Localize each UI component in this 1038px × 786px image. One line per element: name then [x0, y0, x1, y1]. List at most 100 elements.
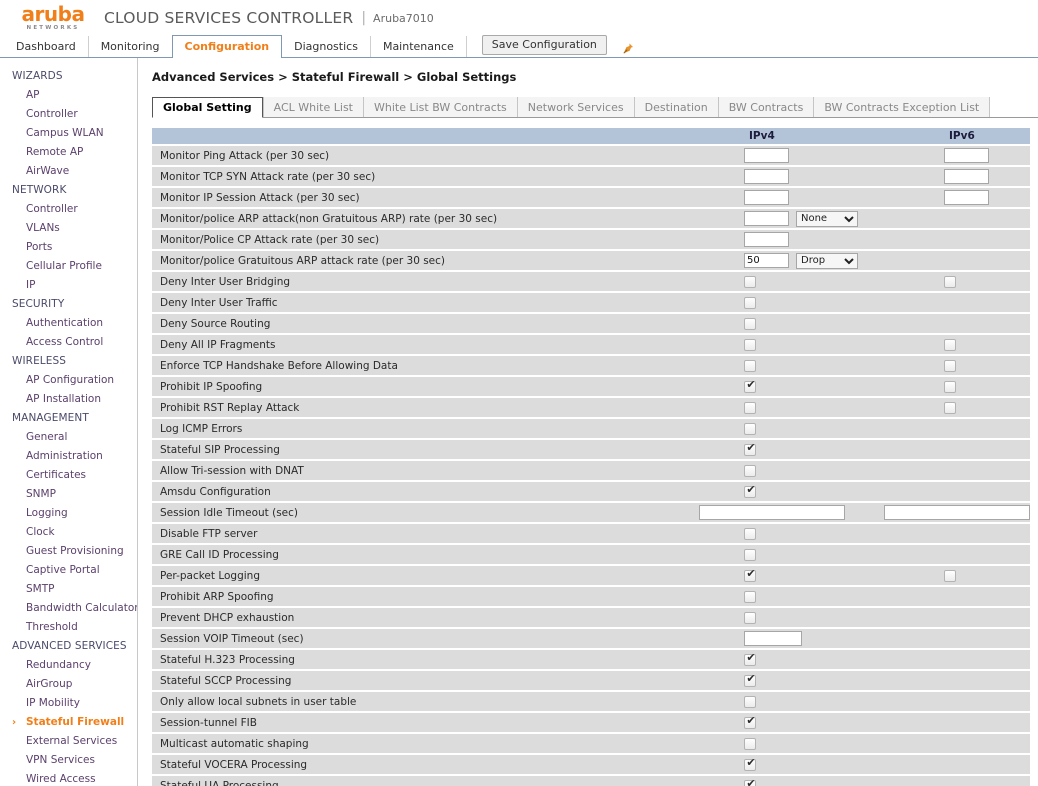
- sidebar-item-label: AP: [26, 89, 40, 101]
- subtab-global-setting[interactable]: Global Setting: [152, 97, 263, 118]
- checkbox-ipv4[interactable]: [744, 379, 757, 393]
- sidebar-item-threshold[interactable]: Threshold: [0, 618, 137, 637]
- sidebar-item-remote-ap[interactable]: Remote AP: [0, 143, 137, 162]
- sidebar-item-label: Logging: [26, 507, 68, 519]
- sidebar-item-label: SMTP: [26, 583, 55, 595]
- sidebar-item-access-control[interactable]: Access Control: [0, 333, 137, 352]
- checkbox-ipv6[interactable]: [944, 359, 956, 372]
- checkbox-ipv4[interactable]: [744, 464, 756, 477]
- subtab-destination[interactable]: Destination: [633, 97, 718, 117]
- sidebar-item-general[interactable]: General: [0, 428, 137, 447]
- sidebar-item-controller[interactable]: Controller: [0, 200, 137, 219]
- checkbox-ipv6[interactable]: [944, 401, 956, 414]
- text-input-ipv4[interactable]: [699, 505, 846, 520]
- checkbox-ipv6[interactable]: [944, 275, 956, 288]
- cell-ipv4: [744, 631, 944, 646]
- pushpin-icon[interactable]: [621, 41, 635, 55]
- sidebar-item-captive-portal[interactable]: Captive Portal: [0, 561, 137, 580]
- checkbox-ipv4[interactable]: [744, 737, 756, 750]
- sidebar-item-administration[interactable]: Administration: [0, 447, 137, 466]
- sidebar-item-ip[interactable]: IP: [0, 276, 137, 295]
- sidebar-item-ap[interactable]: AP: [0, 86, 137, 105]
- topnav-tab-dashboard[interactable]: Dashboard: [4, 35, 89, 57]
- subtab-bw-contracts[interactable]: BW Contracts: [717, 97, 814, 117]
- text-input-ipv6[interactable]: [884, 505, 1030, 520]
- checkbox-ipv4[interactable]: [744, 611, 756, 624]
- cell-ipv6: [944, 380, 1030, 393]
- text-input-ipv6[interactable]: [944, 169, 989, 184]
- sidebar-item-controller[interactable]: Controller: [0, 105, 137, 124]
- checkbox-ipv4[interactable]: [744, 275, 756, 288]
- sidebar-item-ap-configuration[interactable]: AP Configuration: [0, 371, 137, 390]
- checkbox-ipv4[interactable]: [744, 442, 757, 456]
- subtab-bw-contracts-exception-list[interactable]: BW Contracts Exception List: [813, 97, 991, 117]
- row-label: Deny Inter User Traffic: [160, 296, 278, 309]
- save-configuration-button[interactable]: Save Configuration: [481, 35, 607, 55]
- sidebar-item-logging[interactable]: Logging: [0, 504, 137, 523]
- checkbox-ipv4[interactable]: [744, 652, 757, 666]
- row-label: Deny All IP Fragments: [160, 338, 276, 351]
- sidebar-item-cellular-profile[interactable]: Cellular Profile: [0, 257, 137, 276]
- sidebar-item-snmp[interactable]: SNMP: [0, 485, 137, 504]
- sidebar-item-external-services[interactable]: External Services: [0, 732, 137, 751]
- text-input-ipv4[interactable]: [744, 169, 789, 184]
- sidebar-item-authentication[interactable]: Authentication: [0, 314, 137, 333]
- action-select-ipv4[interactable]: Drop: [796, 252, 858, 269]
- content-area: Advanced Services > Stateful Firewall > …: [138, 58, 1038, 786]
- text-input-ipv4[interactable]: [744, 253, 789, 268]
- subtab-white-list-bw-contracts[interactable]: White List BW Contracts: [363, 97, 517, 117]
- sidebar-item-label: IP Mobility: [26, 697, 80, 709]
- sidebar-item-ip-mobility[interactable]: IP Mobility: [0, 694, 137, 713]
- checkbox-ipv4[interactable]: [744, 359, 756, 372]
- topnav-tab-maintenance[interactable]: Maintenance: [369, 35, 467, 57]
- subtab-network-services[interactable]: Network Services: [516, 97, 634, 117]
- checkbox-ipv6[interactable]: [944, 338, 956, 351]
- checkbox-ipv6[interactable]: [944, 380, 956, 393]
- sidebar-item-smtp[interactable]: SMTP: [0, 580, 137, 599]
- sidebar-item-ap-installation[interactable]: AP Installation: [0, 390, 137, 409]
- checkbox-ipv4[interactable]: [744, 422, 756, 435]
- checkbox-ipv4[interactable]: [744, 757, 757, 771]
- checkbox-ipv4[interactable]: [744, 695, 756, 708]
- checkbox-ipv4[interactable]: [744, 296, 756, 309]
- sidebar-item-certificates[interactable]: Certificates: [0, 466, 137, 485]
- sidebar-item-guest-provisioning[interactable]: Guest Provisioning: [0, 542, 137, 561]
- cell-ipv4: [744, 359, 944, 372]
- sidebar-item-clock[interactable]: Clock: [0, 523, 137, 542]
- topnav-tab-configuration[interactable]: Configuration: [171, 35, 283, 58]
- topnav-tab-diagnostics[interactable]: Diagnostics: [281, 35, 371, 57]
- subtab-acl-white-list[interactable]: ACL White List: [262, 97, 363, 117]
- sidebar-item-vlans[interactable]: VLANs: [0, 219, 137, 238]
- text-input-ipv6[interactable]: [944, 190, 989, 205]
- sidebar-item-airgroup[interactable]: AirGroup: [0, 675, 137, 694]
- topnav-tab-monitoring[interactable]: Monitoring: [87, 35, 173, 57]
- sidebar-item-wired-access[interactable]: Wired Access: [0, 770, 137, 786]
- text-input-ipv4[interactable]: [744, 148, 789, 163]
- sidebar-item-stateful-firewall[interactable]: › Stateful Firewall: [0, 713, 137, 732]
- text-input-ipv4[interactable]: [744, 211, 789, 226]
- checkbox-ipv4[interactable]: [744, 338, 756, 351]
- sidebar-item-redundancy[interactable]: Redundancy: [0, 656, 137, 675]
- action-select-ipv4[interactable]: None: [796, 210, 858, 227]
- checkbox-ipv4[interactable]: [744, 401, 756, 414]
- text-input-ipv4[interactable]: [744, 190, 789, 205]
- checkbox-ipv4[interactable]: [744, 778, 757, 786]
- sidebar-item-vpn-services[interactable]: VPN Services: [0, 751, 137, 770]
- sidebar-item-airwave[interactable]: AirWave: [0, 162, 137, 181]
- sidebar-item-bandwidth-calculator[interactable]: Bandwidth Calculator: [0, 599, 137, 618]
- checkbox-ipv4[interactable]: [744, 715, 757, 729]
- table-row: Monitor/police ARP attack(non Gratuitous…: [152, 209, 1030, 228]
- text-input-ipv4[interactable]: [744, 631, 802, 646]
- checkbox-ipv4[interactable]: [744, 548, 756, 561]
- text-input-ipv4[interactable]: [744, 232, 789, 247]
- sidebar-item-campus-wlan[interactable]: Campus WLAN: [0, 124, 137, 143]
- text-input-ipv6[interactable]: [944, 148, 989, 163]
- checkbox-ipv4[interactable]: [744, 590, 756, 603]
- checkbox-ipv4[interactable]: [744, 568, 757, 582]
- checkbox-ipv4[interactable]: [744, 317, 756, 330]
- sidebar-item-ports[interactable]: Ports: [0, 238, 137, 257]
- checkbox-ipv4[interactable]: [744, 484, 757, 498]
- checkbox-ipv6[interactable]: [944, 569, 956, 582]
- checkbox-ipv4[interactable]: [744, 673, 757, 687]
- checkbox-ipv4[interactable]: [744, 527, 756, 540]
